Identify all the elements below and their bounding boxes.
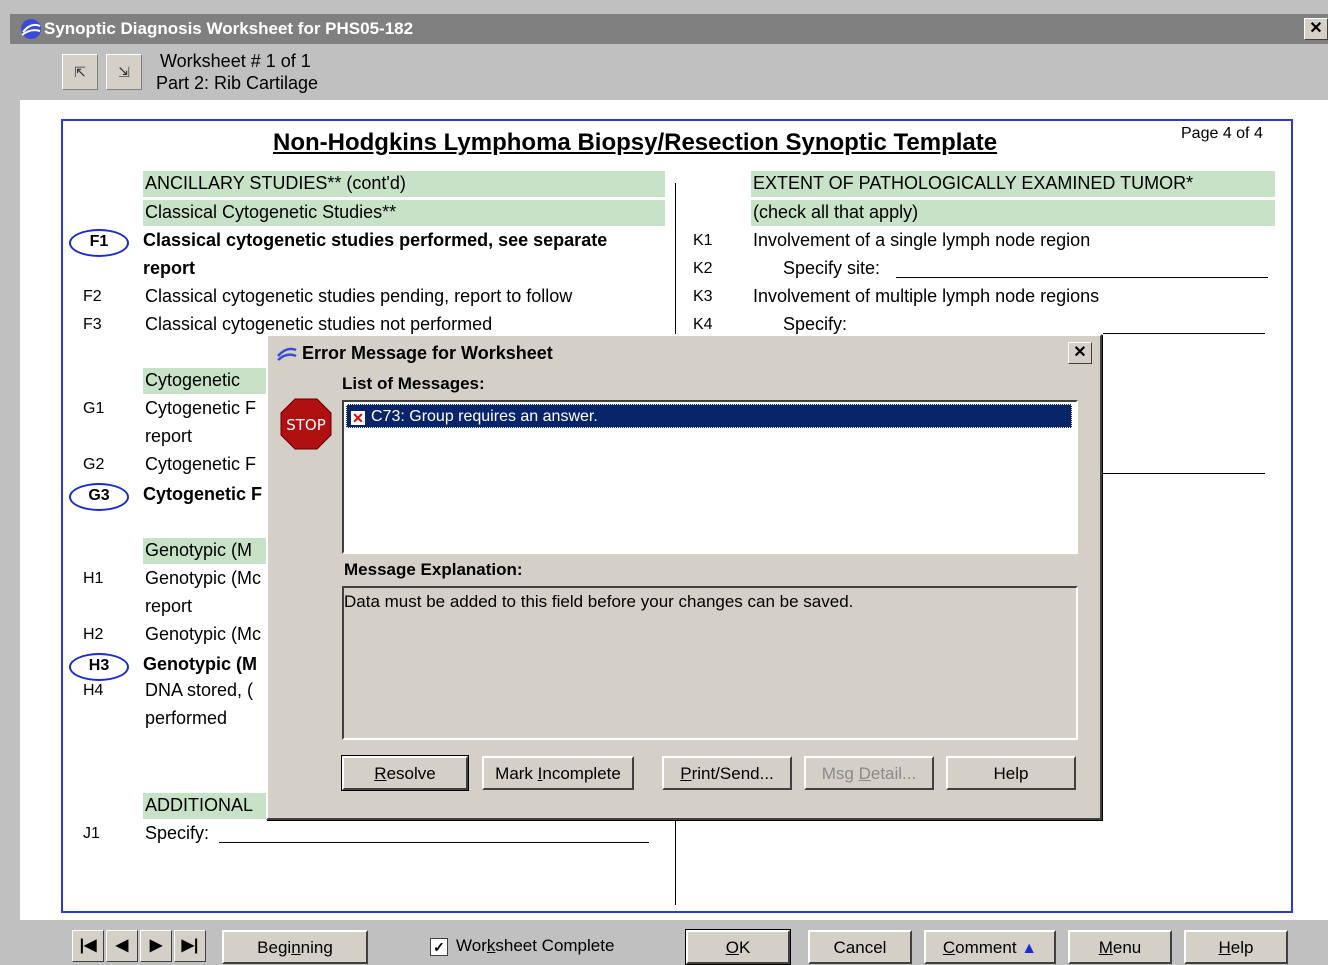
worksheet-part: Part 2: Rib Cartilage: [156, 73, 319, 93]
menu-button[interactable]: Menu: [1068, 930, 1172, 964]
option-H3-selected[interactable]: H3: [69, 653, 129, 681]
message-text: C73: Group requires an answer.: [371, 408, 598, 425]
page-indicator: Page 4 of 4: [1181, 125, 1263, 142]
app-logo-icon: [277, 347, 297, 361]
option-G1-code[interactable]: G1: [83, 400, 104, 418]
option-K3-code[interactable]: K3: [693, 288, 713, 306]
first-page-button[interactable]: |◀: [72, 930, 104, 962]
option-G3-text[interactable]: Cytogenetic F: [143, 484, 262, 505]
option-K1-code[interactable]: K1: [693, 232, 713, 250]
worksheet-number: Worksheet # 1 of 1: [160, 51, 311, 71]
resolve-button[interactable]: Resolve: [341, 755, 469, 791]
option-K2-code[interactable]: K2: [693, 260, 713, 278]
section-ancillary-studies: ANCILLARY STUDIES** (cont'd): [145, 173, 406, 193]
K4-specify-field[interactable]: [1103, 333, 1265, 334]
cancel-button[interactable]: Cancel: [808, 930, 912, 964]
template-title: Non-Hodgkins Lymphoma Biopsy/Resection S…: [273, 129, 998, 156]
message-explanation-text: Data must be added to this field before …: [344, 592, 854, 611]
list-of-messages-label: List of Messages:: [342, 374, 485, 393]
bottom-toolbar: |◀ ◀ ▶ ▶| Beginning ✓ Worksheet Complete…: [10, 922, 1328, 965]
stop-label: STOP: [286, 416, 326, 434]
mark-incomplete-button[interactable]: Mark Incomplete: [482, 756, 634, 790]
error-x-icon: ✕: [351, 410, 365, 426]
stop-sign-icon: STOP: [280, 398, 332, 450]
option-H2-text[interactable]: Genotypic (Mc: [145, 624, 261, 645]
comment-button[interactable]: Comment ▲: [924, 930, 1056, 964]
option-F3-text[interactable]: Classical cytogenetic studies not perfor…: [145, 314, 492, 335]
option-F1-selected[interactable]: F1: [69, 229, 129, 257]
next-page-button[interactable]: ▶: [140, 930, 172, 962]
option-H1-text[interactable]: Genotypic (Mc: [145, 568, 261, 589]
print-send-button[interactable]: Print/Send...: [662, 756, 792, 790]
message-explanation-label: Message Explanation:: [344, 560, 523, 579]
option-H3-text[interactable]: Genotypic (M: [143, 654, 257, 675]
option-H4-text-cont: performed: [145, 708, 228, 728]
option-G3-selected[interactable]: G3: [69, 483, 129, 511]
nav-next-worksheet-button[interactable]: ⇲: [106, 54, 142, 90]
option-H4-text[interactable]: DNA stored, (: [145, 680, 253, 701]
option-F1-text-cont: report: [143, 258, 196, 278]
message-explanation-box: Data must be added to this field before …: [342, 586, 1078, 740]
option-H1-text-cont: report: [145, 596, 193, 616]
worksheet-complete-label: Worksheet Complete: [456, 936, 615, 955]
option-F2-code[interactable]: F2: [83, 288, 102, 306]
app-logo-icon: [21, 19, 41, 39]
option-H2-code[interactable]: H2: [83, 626, 103, 644]
triangle-up-icon: ▲: [1021, 940, 1038, 957]
option-K2-label: Specify site:: [783, 258, 881, 278]
option-K4-code[interactable]: K4: [693, 316, 713, 334]
option-G1-text[interactable]: Cytogenetic F: [145, 398, 256, 419]
section-additional: ADDITIONAL: [145, 795, 254, 815]
dialog-title: Error Message for Worksheet: [302, 343, 553, 363]
option-H4-code[interactable]: H4: [83, 682, 103, 700]
beginning-button[interactable]: Beginning: [222, 930, 368, 964]
option-G1-text-cont: report: [145, 426, 193, 446]
option-J1-label: Specify:: [145, 823, 210, 843]
window-titlebar: Synoptic Diagnosis Worksheet for PHS05-1…: [10, 14, 1328, 44]
section-classical-cytogenetic: Classical Cytogenetic Studies**: [145, 202, 397, 222]
dialog-titlebar: Error Message for Worksheet ✕: [270, 338, 1098, 368]
option-F1-text[interactable]: Classical cytogenetic studies performed,…: [143, 230, 607, 251]
specify-field-line[interactable]: [1103, 473, 1265, 474]
option-H1-code[interactable]: H1: [83, 570, 103, 588]
section-cytogenetic-fish: Cytogenetic: [145, 370, 241, 390]
section-genotypic: Genotypic (M: [145, 540, 253, 560]
prev-page-button[interactable]: ◀: [106, 930, 138, 962]
window-close-button[interactable]: ✕: [1304, 18, 1328, 40]
window-title: Synoptic Diagnosis Worksheet for PHS05-1…: [44, 19, 414, 38]
messages-list[interactable]: ✕ C73: Group requires an answer.: [342, 400, 1078, 554]
section-extent-subtitle: (check all that apply): [753, 202, 919, 222]
K2-specify-site-field[interactable]: [896, 277, 1268, 278]
ok-button[interactable]: OK: [685, 929, 791, 965]
option-F2-text[interactable]: Classical cytogenetic studies pending, r…: [145, 286, 572, 307]
option-G2-code[interactable]: G2: [83, 456, 104, 474]
J1-specify-field[interactable]: [219, 842, 649, 843]
last-page-button[interactable]: ▶|: [174, 930, 206, 962]
section-extent-tumor: EXTENT OF PATHOLOGICALLY EXAMINED TUMOR*: [753, 173, 1194, 193]
option-K4-label: Specify:: [783, 314, 848, 334]
list-item[interactable]: ✕ C73: Group requires an answer.: [346, 404, 1072, 428]
nav-prev-worksheet-button[interactable]: ⇱: [62, 54, 98, 90]
msg-detail-button: Msg Detail...: [804, 756, 934, 790]
help-button[interactable]: Help: [1184, 930, 1288, 964]
dialog-help-button[interactable]: Help: [946, 756, 1076, 790]
worksheet-complete-checkbox[interactable]: ✓: [430, 938, 448, 956]
dialog-close-button[interactable]: ✕: [1068, 342, 1092, 364]
option-F3-code[interactable]: F3: [83, 316, 102, 334]
option-K1-text[interactable]: Involvement of a single lymph node regio…: [753, 230, 1090, 251]
option-J1-code[interactable]: J1: [83, 825, 100, 843]
option-G2-text[interactable]: Cytogenetic F: [145, 454, 256, 475]
error-dialog: Error Message for Worksheet ✕ STOP List …: [266, 334, 1102, 820]
option-K3-text[interactable]: Involvement of multiple lymph node regio…: [753, 286, 1099, 307]
